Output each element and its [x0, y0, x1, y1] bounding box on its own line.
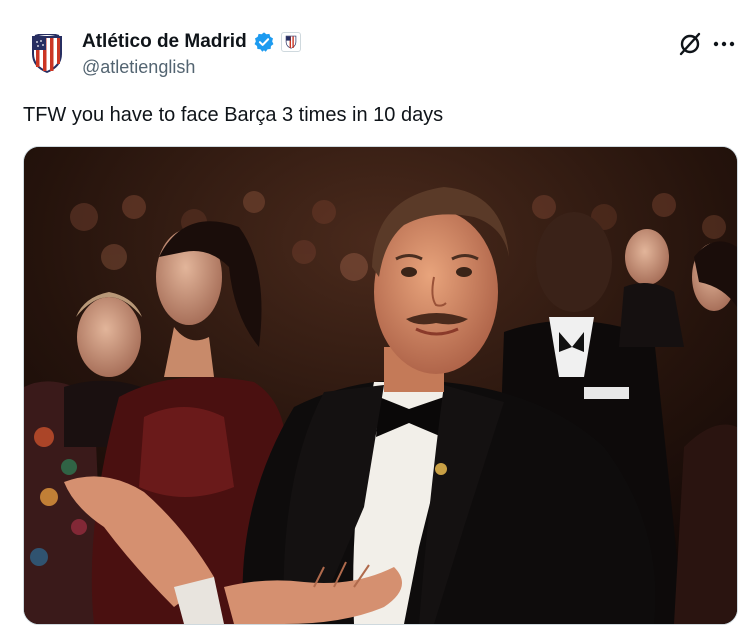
atletico-crest-icon	[285, 35, 296, 49]
tweet-text: TFW you have to face Barça 3 times in 10…	[23, 104, 444, 126]
audience-photo	[24, 147, 737, 624]
grok-button[interactable]	[677, 31, 703, 57]
display-name[interactable]: Atlético de Madrid	[82, 31, 247, 53]
tweet-photo[interactable]	[23, 146, 738, 625]
atletico-crest-icon	[32, 34, 62, 73]
author-name-row: Atlético de Madrid	[82, 31, 301, 53]
verified-badge-icon[interactable]	[253, 31, 275, 53]
profile-avatar[interactable]	[23, 30, 71, 78]
more-options-button[interactable]	[710, 31, 738, 57]
author-handle[interactable]: @atletienglish	[82, 57, 195, 78]
grok-icon	[679, 32, 701, 56]
affiliate-badge[interactable]	[280, 32, 301, 52]
more-options-icon	[713, 41, 735, 47]
